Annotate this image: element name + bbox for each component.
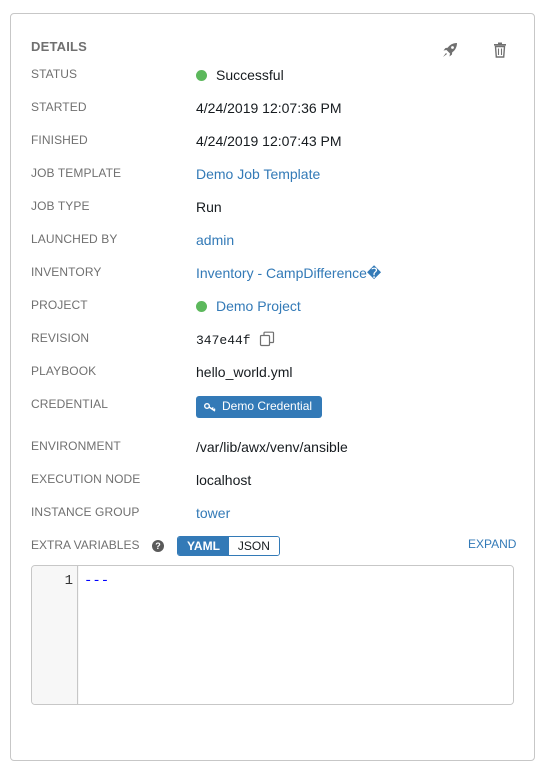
detail-row-job-template: JOB TEMPLATE Demo Job Template: [31, 166, 511, 188]
revision-hash: 347e44f: [196, 333, 251, 348]
status-value: Successful: [196, 67, 284, 84]
rocket-icon[interactable]: [441, 41, 459, 59]
started-value: 4/24/2019 12:07:36 PM: [196, 100, 342, 116]
format-toggle: YAML JSON: [177, 536, 280, 556]
extra-variables-label: EXTRA VARIABLES: [31, 538, 140, 552]
detail-row-revision: REVISION 347e44f: [31, 331, 511, 353]
job-details-panel: DETAILS STATUS Successful STARTED 4/24/2…: [10, 13, 535, 761]
detail-row-status: STATUS Successful: [31, 67, 511, 89]
trash-icon[interactable]: [491, 41, 509, 59]
launched-by-link[interactable]: admin: [196, 232, 234, 249]
copy-icon[interactable]: [259, 331, 275, 351]
detail-row-execution-node: EXECUTION NODE localhost: [31, 472, 511, 494]
execution-node-value: localhost: [196, 472, 252, 488]
json-toggle-button[interactable]: JSON: [228, 537, 279, 555]
project-label: PROJECT: [31, 298, 88, 312]
expand-button[interactable]: EXPAND: [468, 537, 516, 551]
instance-group-label: INSTANCE GROUP: [31, 505, 140, 519]
code-line: ---: [84, 573, 110, 589]
detail-row-job-type: JOB TYPE Run: [31, 199, 511, 221]
project-value: Demo Project: [196, 298, 301, 315]
playbook-value: hello_world.yml: [196, 364, 293, 380]
project-status-icon: [196, 301, 207, 312]
job-type-label: JOB TYPE: [31, 199, 90, 213]
job-type-value: Run: [196, 199, 222, 215]
detail-row-instance-group: INSTANCE GROUP tower: [31, 505, 511, 527]
editor-gutter: 1: [32, 566, 78, 704]
detail-row-finished: FINISHED 4/24/2019 12:07:43 PM: [31, 133, 511, 155]
inventory-link[interactable]: Inventory - CampDifference�: [196, 265, 381, 282]
detail-row-environment: ENVIRONMENT /var/lib/awx/venv/ansible: [31, 439, 511, 461]
detail-row-started: STARTED 4/24/2019 12:07:36 PM: [31, 100, 511, 122]
credential-tag[interactable]: Demo Credential: [196, 396, 323, 418]
status-label: STATUS: [31, 67, 78, 81]
help-icon[interactable]: ?: [152, 540, 164, 552]
instance-group-link[interactable]: tower: [196, 505, 230, 522]
panel-title: DETAILS: [31, 39, 88, 54]
inventory-label: INVENTORY: [31, 265, 102, 279]
revision-label: REVISION: [31, 331, 90, 345]
yaml-toggle-button[interactable]: YAML: [178, 537, 229, 555]
started-label: STARTED: [31, 100, 87, 114]
finished-label: FINISHED: [31, 133, 88, 147]
finished-value: 4/24/2019 12:07:43 PM: [196, 133, 342, 149]
status-success-icon: [196, 70, 207, 81]
credential-name: Demo Credential: [222, 399, 313, 413]
credential-value: Demo Credential: [196, 396, 323, 418]
job-template-label: JOB TEMPLATE: [31, 166, 122, 180]
job-template-link[interactable]: Demo Job Template: [196, 166, 320, 183]
detail-row-credential: CREDENTIAL Demo Credential: [31, 396, 511, 419]
launched-by-label: LAUNCHED BY: [31, 232, 118, 246]
environment-label: ENVIRONMENT: [31, 439, 121, 453]
detail-row-project: PROJECT Demo Project: [31, 298, 511, 320]
project-link[interactable]: Demo Project: [216, 298, 301, 314]
credential-label: CREDENTIAL: [31, 397, 109, 411]
status-text: Successful: [216, 67, 284, 83]
extra-variables-editor[interactable]: 1 ---: [31, 565, 514, 705]
environment-value: /var/lib/awx/venv/ansible: [196, 439, 348, 455]
revision-value: 347e44f: [196, 331, 275, 351]
detail-row-inventory: INVENTORY Inventory - CampDifference�: [31, 265, 511, 287]
line-number: 1: [64, 573, 73, 589]
execution-node-label: EXECUTION NODE: [31, 472, 141, 486]
detail-row-launched-by: LAUNCHED BY admin: [31, 232, 511, 254]
editor-code-area[interactable]: ---: [79, 566, 513, 704]
key-icon: [204, 401, 216, 415]
playbook-label: PLAYBOOK: [31, 364, 97, 378]
detail-row-playbook: PLAYBOOK hello_world.yml: [31, 364, 511, 386]
